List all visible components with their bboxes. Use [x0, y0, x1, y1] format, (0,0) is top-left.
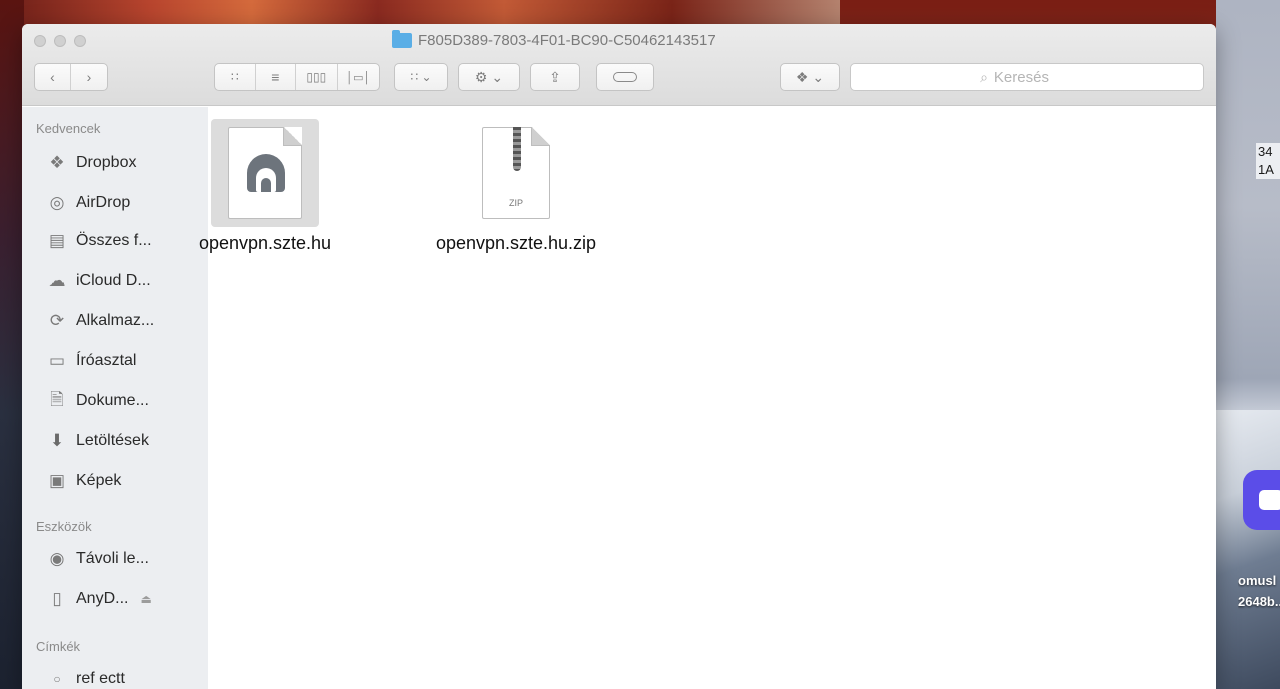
sidebar: Kedvencek ❖ Dropbox ◎ AirDrop ▤ Összes f…: [22, 107, 208, 689]
sidebar-item-label: AnyD...: [76, 590, 129, 607]
back-button[interactable]: ‹: [35, 64, 71, 90]
downloads-icon: ⬇: [49, 431, 65, 450]
file-thumbnail[interactable]: [211, 119, 319, 227]
document-icon: [228, 127, 302, 219]
sidebar-item-label: Képek: [76, 472, 122, 489]
finder-window: F805D389-7803-4F01-BC90-C50462143517 ‹ ›…: [22, 24, 1216, 689]
sidebar-section-favorites: Kedvencek: [36, 121, 101, 136]
dropbox-icon: ❖ ⌄: [795, 68, 825, 85]
sidebar-item-applications[interactable]: ⟳ Alkalmaz...: [46, 307, 206, 335]
eject-icon[interactable]: ⏏: [140, 592, 151, 606]
file-thumbnail[interactable]: ZIP: [462, 119, 570, 227]
share-button[interactable]: ⇪: [530, 63, 580, 91]
cover-flow-button[interactable]: │▭│: [338, 64, 379, 90]
tag-button[interactable]: [596, 63, 654, 91]
navigation-buttons: ‹ ›: [34, 63, 108, 91]
sidebar-section-tags: Címkék: [36, 639, 81, 654]
desktop-icon: ▭: [48, 351, 66, 370]
file-name: openvpn.szte.hu: [198, 233, 332, 253]
sidebar-item-pictures[interactable]: ▣ Képek: [46, 467, 206, 495]
chevron-left-icon: ‹: [50, 69, 55, 85]
desktop-wallpaper-left: [0, 0, 24, 689]
dropbox-icon: ❖: [49, 153, 65, 172]
action-button[interactable]: ⚙ ⌄: [458, 63, 520, 91]
sidebar-section-devices: Eszközök: [36, 519, 92, 534]
sidebar-item-anydrive[interactable]: ▯ AnyD... ⏏: [46, 585, 206, 613]
drive-icon: ▯: [52, 589, 62, 608]
sidebar-item-desktop[interactable]: ▭ Íróasztal: [46, 347, 206, 375]
column-view-button[interactable]: ▯▯▯: [296, 64, 338, 90]
sidebar-item-label: Dokume...: [76, 392, 149, 409]
sidebar-item-label: iCloud D...: [76, 272, 151, 289]
sidebar-item-dropbox[interactable]: ❖ Dropbox: [46, 149, 206, 177]
desktop-wallpaper-top: [0, 0, 840, 26]
dropbox-button[interactable]: ❖ ⌄: [780, 63, 840, 91]
grid-icon: ∷: [230, 70, 239, 84]
minimize-window-button[interactable]: [54, 35, 66, 47]
tunnelblick-icon: [247, 154, 285, 192]
tag-icon: [613, 72, 637, 82]
all-files-icon: ▤: [48, 231, 66, 250]
file-item-openvpn-config[interactable]: openvpn.szte.hu: [199, 119, 331, 254]
sidebar-item-downloads[interactable]: ⬇ Letöltések: [46, 427, 206, 455]
sidebar-item-remote-disc[interactable]: ◉ Távoli le...: [46, 545, 206, 573]
search-field[interactable]: ⌕: [850, 63, 1204, 91]
zip-document-icon: ZIP: [482, 127, 550, 219]
folder-icon: [392, 29, 412, 48]
sidebar-item-icloud-drive[interactable]: ☁ iCloud D...: [46, 267, 206, 295]
documents-icon: 🗎: [50, 389, 64, 409]
columns-icon: ▯▯▯: [306, 70, 327, 84]
search-icon: ⌕: [980, 68, 988, 85]
desktop-app-icon[interactable]: [1243, 470, 1280, 530]
window-title-text: F805D389-7803-4F01-BC90-C50462143517: [418, 31, 716, 49]
file-name: openvpn.szte.hu.zip: [435, 233, 597, 253]
sidebar-item-label: Dropbox: [76, 154, 137, 171]
close-window-button[interactable]: [34, 35, 46, 47]
sidebar-item-label: Távoli le...: [76, 550, 149, 567]
desktop-app-label[interactable]: omusl 2648b..: [1238, 570, 1280, 612]
icon-view-button[interactable]: ∷: [215, 64, 256, 90]
tag-circle-icon: ○: [53, 672, 61, 686]
cloud-icon: ☁: [48, 271, 66, 290]
chevron-right-icon: ›: [86, 69, 92, 85]
sidebar-item-label: Íróasztal: [76, 352, 137, 369]
airdrop-icon: ◎: [49, 193, 65, 212]
sidebar-item-label: ref ectt: [76, 670, 125, 687]
gear-icon: ⚙ ⌄: [474, 68, 504, 85]
sidebar-item-airdrop[interactable]: ◎ AirDrop: [46, 189, 206, 217]
window-title: F805D389-7803-4F01-BC90-C50462143517: [392, 29, 716, 51]
sidebar-item-label: Letöltések: [76, 432, 149, 449]
view-mode-control: ∷ ≡ ▯▯▯ │▭│: [214, 63, 380, 91]
cover-flow-icon: │▭│: [346, 71, 371, 84]
file-browser-content: openvpn.szte.hu ZIP openvpn.szte.hu.zip: [199, 107, 1216, 689]
sidebar-item-label: Összes f...: [76, 232, 152, 249]
sidebar-item-all-files[interactable]: ▤ Összes f...: [46, 227, 206, 255]
forward-button[interactable]: ›: [71, 64, 107, 90]
titlebar: F805D389-7803-4F01-BC90-C50462143517 ‹ ›…: [22, 24, 1216, 106]
list-icon: ≡: [271, 69, 280, 85]
sidebar-item-label: Alkalmaz...: [76, 312, 155, 329]
desktop-item-label[interactable]: 34 1A: [1256, 143, 1280, 179]
zipper-icon: [513, 127, 521, 171]
sidebar-item-documents[interactable]: 🗎 Dokume...: [46, 387, 206, 415]
disc-icon: ◉: [49, 549, 65, 568]
zip-badge: ZIP: [508, 198, 523, 208]
file-item-openvpn-zip[interactable]: ZIP openvpn.szte.hu.zip: [416, 119, 616, 254]
group-by-icon: ∷ ⌄: [410, 70, 432, 84]
sidebar-item-tag[interactable]: ○ ref ectt: [46, 665, 206, 689]
list-view-button[interactable]: ≡: [256, 64, 297, 90]
search-input[interactable]: [993, 68, 1074, 86]
applications-icon: ⟳: [49, 311, 65, 330]
zoom-window-button[interactable]: [74, 35, 86, 47]
camera-icon: ▣: [48, 471, 66, 490]
share-icon: ⇪: [549, 68, 561, 85]
sidebar-item-label: AirDrop: [76, 194, 131, 211]
group-by-button[interactable]: ∷ ⌄: [394, 63, 448, 91]
